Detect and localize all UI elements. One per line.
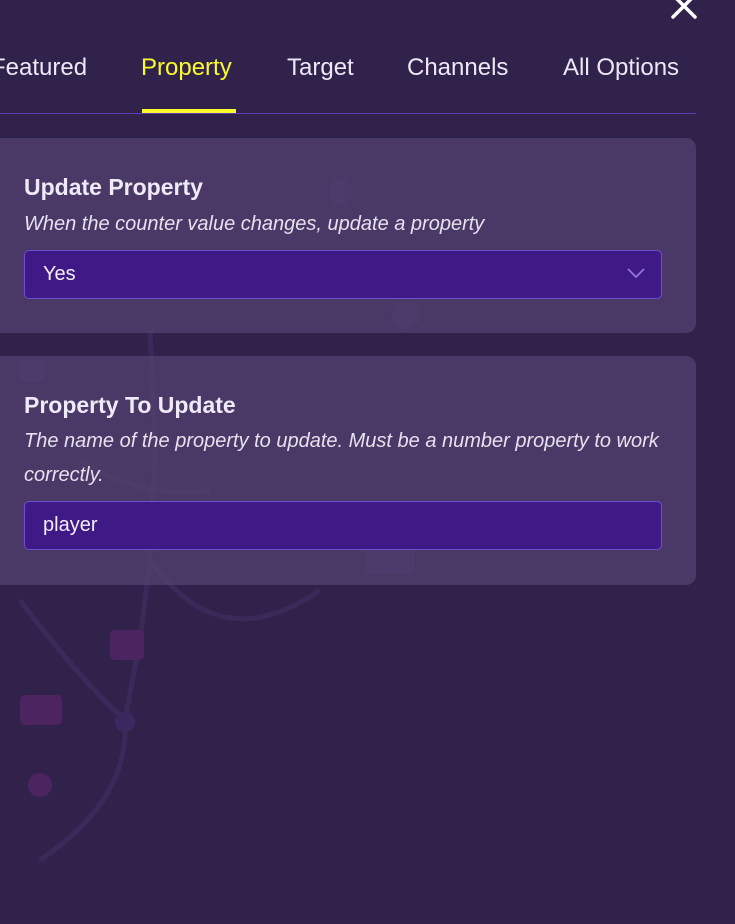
chevron-down-icon bbox=[627, 268, 645, 279]
property-to-update-description: The name of the property to update. Must… bbox=[24, 430, 659, 486]
update-property-description: When the counter value changes, update a… bbox=[24, 213, 485, 235]
property-to-update-input[interactable] bbox=[24, 501, 662, 550]
update-property-card: Update Property When the counter value c… bbox=[0, 138, 696, 333]
update-property-value: Yes bbox=[43, 263, 76, 285]
tab-channels[interactable]: Channels bbox=[407, 52, 508, 84]
property-to-update-card: Property To Update The name of the prope… bbox=[0, 356, 696, 585]
property-to-update-title: Property To Update bbox=[24, 392, 236, 418]
tab-target[interactable]: Target bbox=[287, 52, 354, 84]
update-property-title: Update Property bbox=[24, 174, 203, 200]
tab-bar: Featured Property Target Channels All Op… bbox=[0, 0, 696, 114]
active-tab-indicator bbox=[142, 109, 236, 113]
tab-featured[interactable]: Featured bbox=[0, 52, 87, 84]
tab-all-options[interactable]: All Options bbox=[563, 52, 679, 84]
tab-property[interactable]: Property bbox=[141, 52, 232, 84]
update-property-select[interactable]: Yes bbox=[24, 250, 662, 299]
